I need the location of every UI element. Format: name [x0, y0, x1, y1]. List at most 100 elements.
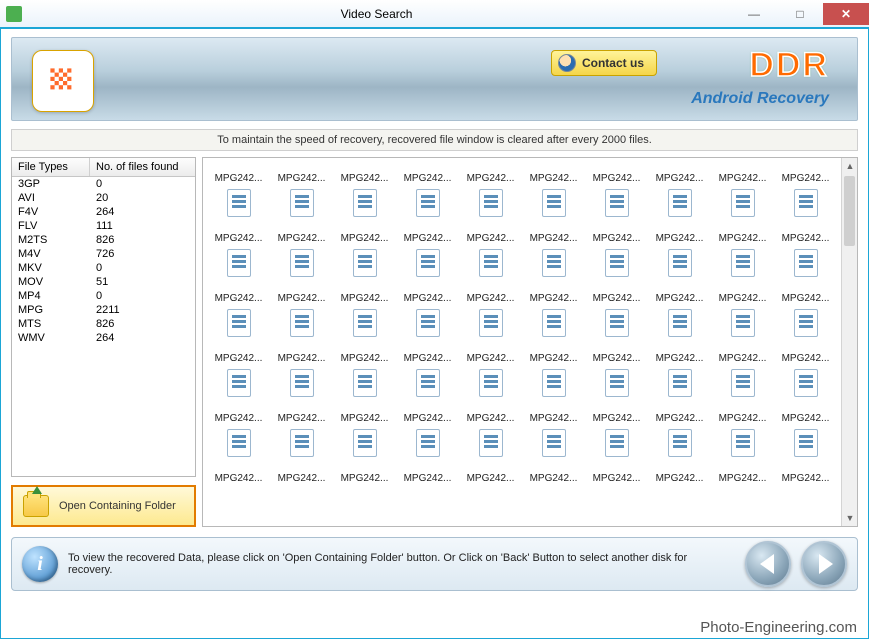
file-item-label[interactable]: MPG242...	[333, 344, 396, 364]
file-item-label[interactable]: MPG242...	[396, 164, 459, 184]
file-item[interactable]	[774, 184, 837, 224]
file-item-label[interactable]: MPG242...	[711, 464, 774, 484]
file-item[interactable]	[648, 364, 711, 404]
file-item-label[interactable]: MPG242...	[648, 404, 711, 424]
file-item-label[interactable]: MPG242...	[585, 224, 648, 244]
file-item[interactable]	[648, 244, 711, 284]
file-item[interactable]	[396, 424, 459, 464]
file-item[interactable]	[396, 244, 459, 284]
table-row[interactable]: AVI20	[12, 191, 195, 205]
file-item-label[interactable]: MPG242...	[459, 464, 522, 484]
file-item-label[interactable]: MPG242...	[774, 224, 837, 244]
file-item-label[interactable]: MPG242...	[270, 164, 333, 184]
file-item-label[interactable]: MPG242...	[396, 284, 459, 304]
file-item-label[interactable]: MPG242...	[333, 464, 396, 484]
file-item-label[interactable]: MPG242...	[522, 404, 585, 424]
file-item[interactable]	[585, 244, 648, 284]
file-item[interactable]	[207, 424, 270, 464]
file-item[interactable]	[648, 184, 711, 224]
file-item-label[interactable]: MPG242...	[585, 404, 648, 424]
table-row[interactable]: MTS826	[12, 317, 195, 331]
file-item[interactable]	[207, 244, 270, 284]
file-item[interactable]	[774, 304, 837, 344]
table-row[interactable]: MP40	[12, 289, 195, 303]
file-item-label[interactable]: MPG242...	[648, 224, 711, 244]
file-item-label[interactable]: MPG242...	[774, 464, 837, 484]
file-item-label[interactable]: MPG242...	[270, 404, 333, 424]
file-item-label[interactable]: MPG242...	[270, 344, 333, 364]
open-containing-folder-button[interactable]: Open Containing Folder	[11, 485, 196, 527]
recovered-files-pane[interactable]: MPG242...MPG242...MPG242...MPG242...MPG2…	[202, 157, 858, 527]
table-row[interactable]: MPG2211	[12, 303, 195, 317]
file-item-label[interactable]: MPG242...	[648, 164, 711, 184]
file-item[interactable]	[648, 424, 711, 464]
file-item[interactable]	[333, 184, 396, 224]
col-header-types[interactable]: File Types	[12, 158, 90, 176]
file-item-label[interactable]: MPG242...	[774, 164, 837, 184]
file-item-label[interactable]: MPG242...	[585, 464, 648, 484]
next-button[interactable]	[801, 541, 847, 587]
table-row[interactable]: MKV0	[12, 261, 195, 275]
file-item[interactable]	[396, 184, 459, 224]
file-item[interactable]	[459, 424, 522, 464]
file-item[interactable]	[396, 304, 459, 344]
file-item[interactable]	[207, 184, 270, 224]
close-button[interactable]: ✕	[823, 3, 869, 25]
file-item[interactable]	[711, 364, 774, 404]
file-item-label[interactable]: MPG242...	[774, 284, 837, 304]
file-item-label[interactable]: MPG242...	[270, 464, 333, 484]
file-item-label[interactable]: MPG242...	[711, 284, 774, 304]
file-item[interactable]	[459, 184, 522, 224]
file-item-label[interactable]: MPG242...	[333, 224, 396, 244]
file-item[interactable]	[585, 304, 648, 344]
file-item-label[interactable]: MPG242...	[270, 224, 333, 244]
file-item[interactable]	[207, 304, 270, 344]
file-item[interactable]	[522, 364, 585, 404]
file-item-label[interactable]: MPG242...	[459, 344, 522, 364]
file-item[interactable]	[396, 364, 459, 404]
file-item-label[interactable]: MPG242...	[396, 224, 459, 244]
file-item[interactable]	[459, 244, 522, 284]
file-item[interactable]	[774, 244, 837, 284]
file-item[interactable]	[711, 304, 774, 344]
file-item[interactable]	[333, 424, 396, 464]
file-item[interactable]	[774, 364, 837, 404]
file-item-label[interactable]: MPG242...	[522, 164, 585, 184]
file-item-label[interactable]: MPG242...	[522, 464, 585, 484]
scroll-thumb[interactable]	[844, 176, 855, 246]
file-item-label[interactable]: MPG242...	[648, 284, 711, 304]
table-row[interactable]: M2TS826	[12, 233, 195, 247]
file-item-label[interactable]: MPG242...	[333, 164, 396, 184]
file-item-label[interactable]: MPG242...	[774, 344, 837, 364]
file-item-label[interactable]: MPG242...	[585, 164, 648, 184]
file-item-label[interactable]: MPG242...	[585, 284, 648, 304]
file-item[interactable]	[459, 364, 522, 404]
table-row[interactable]: F4V264	[12, 205, 195, 219]
file-item[interactable]	[270, 424, 333, 464]
file-item-label[interactable]: MPG242...	[774, 404, 837, 424]
file-item-label[interactable]: MPG242...	[270, 284, 333, 304]
file-item-label[interactable]: MPG242...	[459, 164, 522, 184]
file-item[interactable]	[711, 184, 774, 224]
contact-us-button[interactable]: Contact us	[551, 50, 657, 76]
maximize-button[interactable]: □	[777, 3, 823, 25]
file-item-label[interactable]: MPG242...	[648, 464, 711, 484]
file-item-label[interactable]: MPG242...	[207, 284, 270, 304]
file-item[interactable]	[522, 244, 585, 284]
file-item-label[interactable]: MPG242...	[207, 344, 270, 364]
file-item[interactable]	[711, 244, 774, 284]
table-row[interactable]: 3GP0	[12, 177, 195, 191]
file-item[interactable]	[522, 184, 585, 224]
file-item-label[interactable]: MPG242...	[711, 164, 774, 184]
file-item[interactable]	[585, 424, 648, 464]
file-item-label[interactable]: MPG242...	[207, 164, 270, 184]
file-item[interactable]	[270, 244, 333, 284]
file-item-label[interactable]: MPG242...	[711, 344, 774, 364]
file-item[interactable]	[207, 364, 270, 404]
file-item-label[interactable]: MPG242...	[207, 404, 270, 424]
file-item-label[interactable]: MPG242...	[522, 344, 585, 364]
table-row[interactable]: M4V726	[12, 247, 195, 261]
file-item-label[interactable]: MPG242...	[333, 404, 396, 424]
file-item-label[interactable]: MPG242...	[459, 404, 522, 424]
file-item-label[interactable]: MPG242...	[396, 464, 459, 484]
